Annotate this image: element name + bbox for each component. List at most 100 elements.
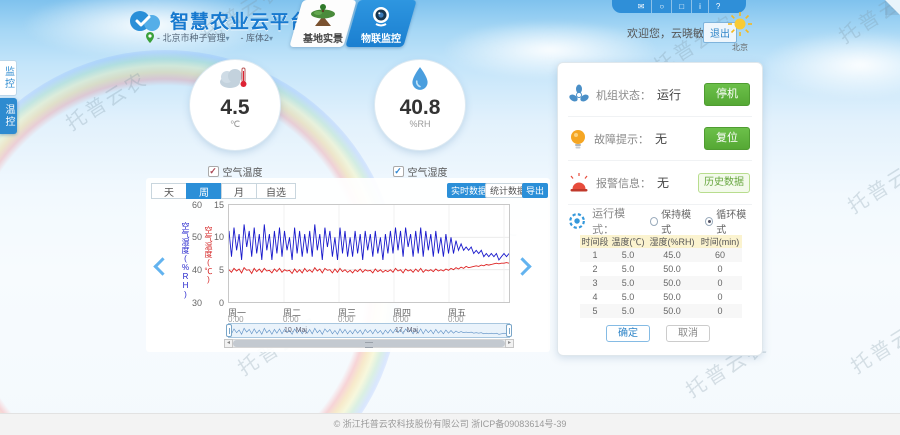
run-mode-label: 运行模式： <box>592 205 642 237</box>
history-data-button[interactable]: 历史数据 <box>698 173 750 193</box>
reset-button[interactable]: 复位 <box>704 127 750 150</box>
checkbox-checked-icon[interactable] <box>393 166 404 177</box>
air-temperature-checkbox[interactable]: 空气温度 <box>190 164 280 179</box>
temperature-tick: 10 <box>212 232 224 242</box>
range-tab-custom[interactable]: 自选 <box>256 183 296 199</box>
air-humidity-checkbox-label: 空气湿度 <box>408 164 448 179</box>
cell: 0 <box>698 290 742 304</box>
range-tab-week[interactable]: 周 <box>186 183 222 199</box>
cloud-decoration <box>760 30 900 100</box>
cell: 5.0 <box>610 248 646 262</box>
fault-row: 故障提示： 无 复位 <box>568 117 752 161</box>
location-pin-icon <box>146 32 154 43</box>
scrollbar-right-arrow[interactable]: ▸ <box>505 339 514 348</box>
cell: 5 <box>580 304 610 318</box>
temperature-value: 4.5 <box>190 97 280 119</box>
location-secondary-select[interactable]: - 库体2 <box>241 31 274 44</box>
cell: 50.0 <box>646 290 698 304</box>
footer: © 浙江托普云农科技股份有限公司 浙ICP备09083614号-39 <box>0 413 900 435</box>
cell: 5.0 <box>610 290 646 304</box>
mode-icon <box>568 211 586 231</box>
gauge-circle: 40.8 %RH <box>375 60 465 150</box>
tab-base-scene-label: 基地实景 <box>296 30 350 45</box>
tab-iot-monitor[interactable]: 物联监控 <box>352 0 410 47</box>
chat-icon[interactable]: ✉ <box>631 0 652 13</box>
page-title: 智慧农业云平台 <box>170 7 310 34</box>
air-humidity-checkbox[interactable]: 空气湿度 <box>375 164 465 179</box>
temperature-tick: 5 <box>212 265 224 275</box>
info-icon[interactable]: i <box>691 0 708 13</box>
scrollbar-left-arrow[interactable]: ◂ <box>224 339 233 348</box>
table-row[interactable]: 35.050.00 <box>580 276 742 290</box>
cell: 50.0 <box>646 276 698 290</box>
checkbox-checked-icon[interactable] <box>208 166 219 177</box>
keep-mode-radio[interactable]: 保持模式 <box>650 206 697 236</box>
humidity-tick: 60 <box>188 200 202 210</box>
sun-icon <box>728 12 752 36</box>
table-row[interactable]: 25.050.00 <box>580 262 742 276</box>
control-panel: 机组状态： 运行 停机 故障提示： 无 复位 报警信息： <box>557 62 763 356</box>
gauge-air-temperature: 4.5 ℃ 空气温度 <box>190 60 280 179</box>
island-icon <box>296 4 350 30</box>
table-row[interactable]: 55.050.00 <box>580 304 742 318</box>
scrollbar-thumb[interactable] <box>233 340 505 347</box>
navigator-date-label: 17. Maj <box>395 327 418 334</box>
unit-status-value: 运行 <box>657 86 681 103</box>
water-drop-icon <box>408 66 432 92</box>
cell: 60 <box>698 248 742 262</box>
col-humidity: 湿度(%RH) <box>646 235 698 248</box>
fan-icon <box>568 84 590 106</box>
unit-status-row: 机组状态： 运行 停机 <box>568 73 752 117</box>
cell: 0 <box>698 304 742 318</box>
schedule-table: 时间段 温度(℃) 湿度(%RH) 时间(min) 15.045.060 25.… <box>580 235 742 318</box>
temperature-unit: ℃ <box>190 119 280 130</box>
location-bar: - 北京市种子管理 - 库体2 <box>146 31 273 44</box>
export-button[interactable]: 导出 <box>522 183 548 198</box>
cell: 50.0 <box>646 262 698 276</box>
range-tab-group: 天 周 月 自选 <box>152 183 296 199</box>
humidity-tick: 50 <box>188 232 202 242</box>
bulb-icon <box>568 128 588 150</box>
webcam-icon <box>352 4 410 30</box>
radio-selected-icon[interactable] <box>705 217 713 226</box>
line-chart[interactable] <box>228 204 510 303</box>
alarm-row: 报警信息： 无 历史数据 <box>568 161 752 205</box>
keep-mode-label: 保持模式 <box>661 206 697 236</box>
cell: 3 <box>580 276 610 290</box>
chart-navigator[interactable]: 10. Maj 17. Maj <box>228 323 510 338</box>
chart-scrollbar[interactable]: ◂ ▸ <box>224 339 514 348</box>
col-period: 时间段 <box>580 235 610 248</box>
cancel-button[interactable]: 取消 <box>666 325 710 342</box>
fault-value: 无 <box>655 130 667 147</box>
navigator-left-handle[interactable] <box>226 324 232 337</box>
humidity-unit: %RH <box>375 119 465 129</box>
alarm-label: 报警信息： <box>596 175 651 191</box>
confirm-button[interactable]: 确定 <box>606 325 650 342</box>
run-mode-row: 运行模式： 保持模式 循环模式 <box>568 204 752 238</box>
scrollbar-track[interactable] <box>233 339 505 348</box>
navigator-right-handle[interactable] <box>506 324 512 337</box>
tab-iot-monitor-label: 物联监控 <box>352 30 410 45</box>
footer-text: © 浙江托普云农科技股份有限公司 浙ICP备09083614号-39 <box>334 419 567 429</box>
range-tab-month[interactable]: 月 <box>221 183 257 199</box>
navigator-date-label: 10. Maj <box>284 327 307 334</box>
range-tab-day[interactable]: 天 <box>151 183 187 199</box>
sidebar-tab-temp-control[interactable]: 温控 <box>0 98 17 134</box>
tab-base-scene[interactable]: 基地实景 <box>296 0 350 47</box>
alarm-icon <box>568 172 590 194</box>
chart-svg <box>229 205 509 302</box>
cell: 0 <box>698 276 742 290</box>
table-row[interactable]: 15.045.060 <box>580 248 742 262</box>
cell: 2 <box>580 262 610 276</box>
cycle-mode-radio[interactable]: 循环模式 <box>705 206 752 236</box>
monitor-icon[interactable]: □ <box>671 0 691 13</box>
cell: 4 <box>580 290 610 304</box>
table-row[interactable]: 45.050.00 <box>580 290 742 304</box>
radio-unselected-icon[interactable] <box>650 217 658 226</box>
sidebar-tab-monitor[interactable]: 监控 <box>0 60 17 96</box>
temperature-tick: 0 <box>212 298 224 308</box>
record-icon[interactable]: ○ <box>651 0 671 13</box>
location-primary-select[interactable]: - 北京市种子管理 <box>157 31 230 44</box>
app-root: 托普云农 托普云农 托普云农 托普云农 托普云农 托普云农 托普云农 托普云农 … <box>0 0 900 435</box>
stop-machine-button[interactable]: 停机 <box>704 83 750 106</box>
